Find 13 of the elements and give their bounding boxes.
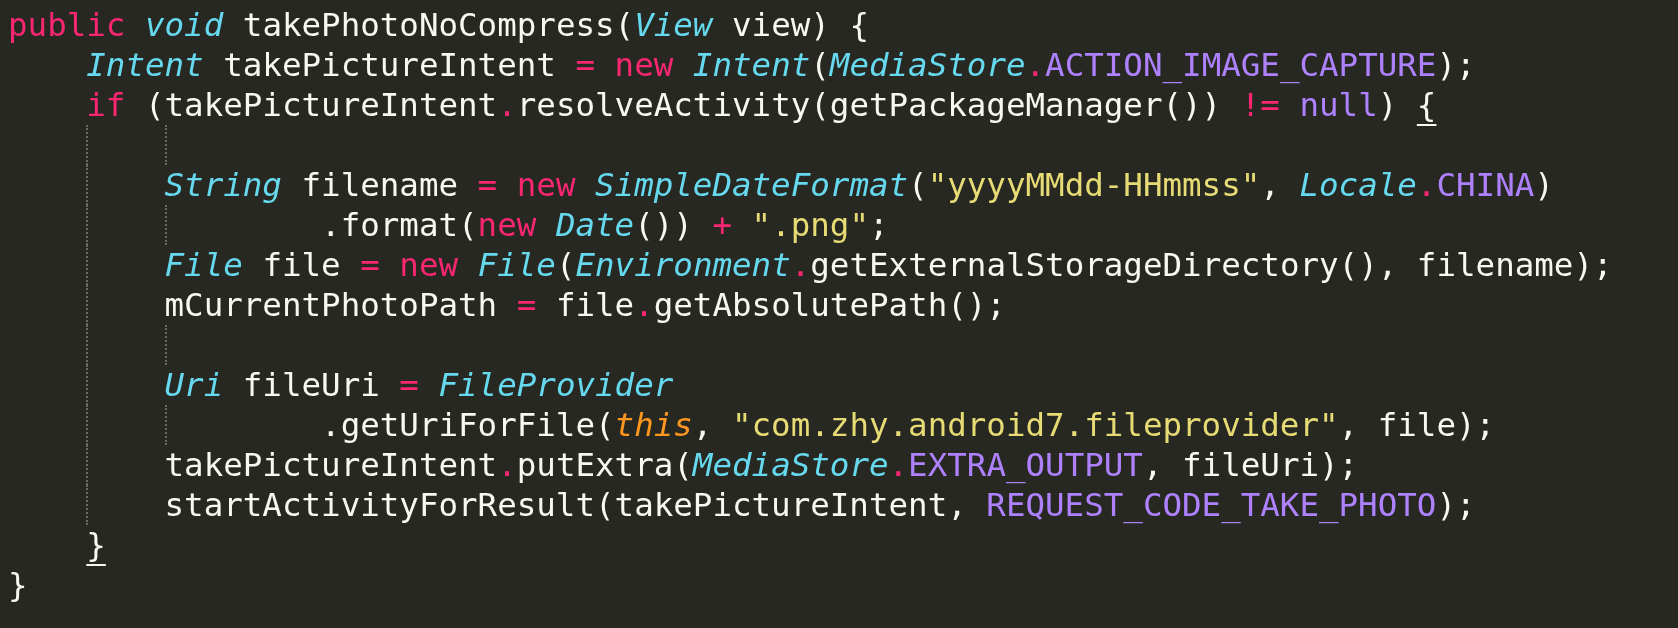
code-line: } bbox=[86, 525, 106, 565]
code-line: if (takePictureIntent.resolveActivity(getPackageManager()) != null) { bbox=[86, 85, 1437, 125]
code-line: .getUriForFile(this, "com.zhy.android7.fileprovider", file); bbox=[321, 405, 1496, 445]
code-line: } bbox=[8, 565, 28, 605]
code-line: startActivityForResult(takePictureIntent, REQUEST_CODE_TAKE_PHOTO); bbox=[164, 485, 1476, 525]
code-line: String filename = new SimpleDateFormat("yyyyMMdd-HHmmss", Locale.CHINA) bbox=[164, 165, 1554, 205]
code-line: Intent takePictureIntent = new Intent(MediaStore.ACTION_IMAGE_CAPTURE); bbox=[86, 45, 1476, 85]
code-line: takePictureIntent.putExtra(MediaStore.EXTRA_OUTPUT, fileUri); bbox=[164, 445, 1359, 485]
code-line: public void takePhotoNoCompress(View view) { bbox=[8, 5, 869, 45]
code-line: .format(new Date()) + ".png"; bbox=[321, 205, 889, 245]
code-line: Uri fileUri = FileProvider bbox=[164, 365, 674, 405]
code-line: mCurrentPhotoPath = file.getAbsolutePath(); bbox=[164, 285, 1006, 325]
code-line: File file = new File(Environment.getExternalStorageDirectory(), filename); bbox=[164, 245, 1613, 285]
